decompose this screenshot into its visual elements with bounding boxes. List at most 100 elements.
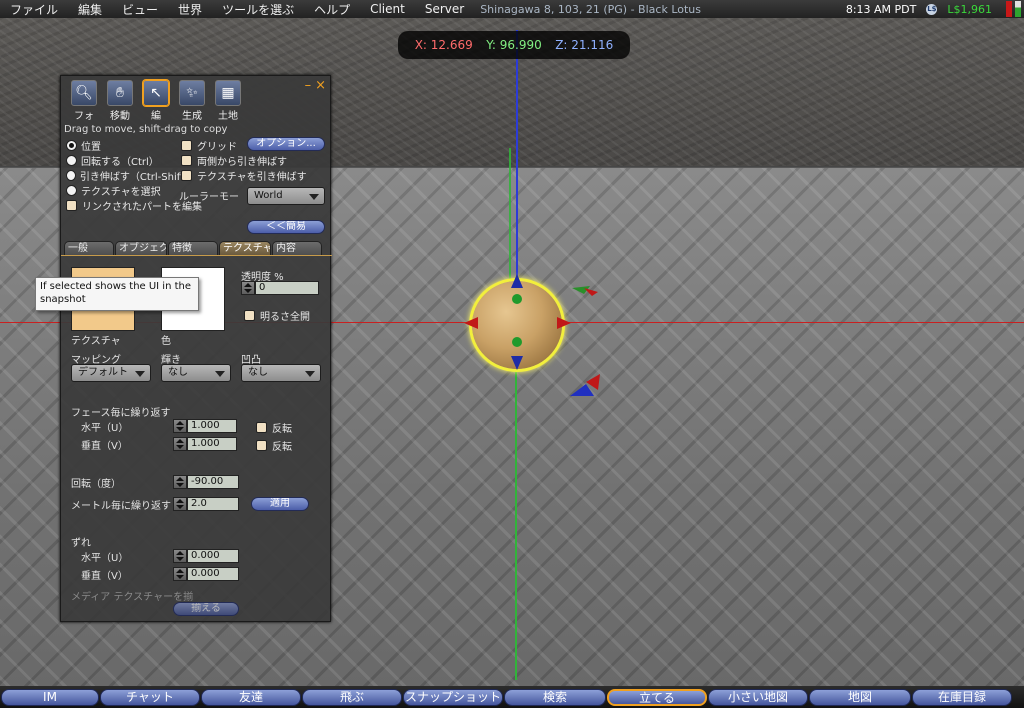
align-button[interactable]: 揃える bbox=[173, 602, 239, 616]
simple-mode-button[interactable]: ＜＜簡易 bbox=[247, 220, 325, 234]
check-flip-horizontal[interactable]: 反転 bbox=[256, 420, 292, 435]
ruler-mode-select[interactable]: World bbox=[247, 187, 325, 205]
check-grid[interactable]: グリッド bbox=[181, 138, 237, 153]
check-stretch-both[interactable]: 両側から引き伸ばす bbox=[181, 153, 287, 168]
ruler-mode-label: ルーラーモード bbox=[179, 192, 241, 203]
spinner-arrows-icon[interactable] bbox=[173, 437, 187, 451]
focus-tool[interactable]: 🔍︎ フォ bbox=[66, 80, 102, 122]
radio-select-texture[interactable]: テクスチャを選択 bbox=[66, 183, 161, 198]
magnify-icon: 🔍︎ bbox=[71, 80, 97, 106]
bandwidth-meter-icon[interactable] bbox=[1006, 1, 1012, 17]
edit-tool[interactable]: ↖ 編 bbox=[138, 80, 174, 122]
repeat-vertical-label: 垂直（V） bbox=[81, 441, 128, 452]
inventory-button[interactable]: 在庫目録 bbox=[912, 688, 1012, 706]
balance[interactable]: L$1,961 bbox=[947, 3, 992, 16]
radio-off-icon bbox=[66, 155, 77, 166]
spinner-arrows-icon[interactable] bbox=[173, 419, 187, 433]
checkbox-icon bbox=[181, 140, 192, 151]
move-tool[interactable]: ✋︎ 移動 bbox=[102, 80, 138, 122]
repeat-horizontal-field[interactable]: 1.000 bbox=[187, 419, 237, 433]
checkbox-icon bbox=[256, 422, 267, 433]
create-tool[interactable]: ✨︎ 生成 bbox=[174, 80, 210, 122]
menu-tools[interactable]: ツールを選ぶ bbox=[212, 1, 304, 18]
close-button[interactable]: × bbox=[315, 78, 326, 93]
menu-world[interactable]: 世界 bbox=[168, 1, 212, 18]
repeat-horizontal-spinner[interactable]: 1.000 bbox=[173, 419, 237, 433]
tab-general[interactable]: 一般 bbox=[64, 241, 114, 255]
x-move-handle-right[interactable] bbox=[557, 317, 571, 329]
transparency-field[interactable]: 0 bbox=[255, 281, 319, 295]
land-icon: ▦ bbox=[215, 80, 241, 106]
land-tool[interactable]: ▦ 土地 bbox=[210, 80, 246, 122]
options-button[interactable]: オプション... bbox=[247, 137, 325, 151]
x-move-handle-left[interactable] bbox=[464, 317, 478, 329]
mapping-select[interactable]: デフォルト bbox=[71, 364, 151, 382]
radio-stretch[interactable]: 引き伸ばす（Ctrl-Shift） bbox=[66, 168, 194, 183]
packet-loss-meter-icon[interactable] bbox=[1015, 1, 1021, 17]
menu-server[interactable]: Server bbox=[415, 2, 474, 16]
map-button[interactable]: 地図 bbox=[809, 688, 911, 706]
menu-edit[interactable]: 編集 bbox=[68, 1, 112, 18]
spinner-arrows-icon[interactable] bbox=[173, 475, 187, 489]
offset-vertical-spinner[interactable]: 0.000 bbox=[173, 567, 239, 581]
tab-features[interactable]: 特徴 bbox=[168, 241, 218, 255]
rotation-spinner[interactable]: -90.00 bbox=[173, 475, 239, 489]
chat-button[interactable]: チャット bbox=[100, 688, 200, 706]
spinner-arrows-icon[interactable] bbox=[173, 567, 187, 581]
snapshot-button[interactable]: スナップショット bbox=[403, 688, 503, 706]
apply-button[interactable]: 適用 bbox=[251, 497, 309, 511]
plane-move-gizmo-2[interactable] bbox=[568, 372, 604, 400]
currency-icon[interactable]: L$ bbox=[926, 3, 938, 15]
repeats-per-meter-field[interactable]: 2.0 bbox=[187, 497, 239, 511]
z-move-handle-up[interactable] bbox=[511, 274, 523, 288]
tab-content[interactable]: 内容 bbox=[272, 241, 322, 255]
offset-horizontal-spinner[interactable]: 0.000 bbox=[173, 549, 239, 563]
fly-button[interactable]: 飛ぶ bbox=[302, 688, 402, 706]
bumpiness-select[interactable]: なし bbox=[241, 364, 321, 382]
y-move-handle-top[interactable] bbox=[512, 294, 522, 304]
land-tool-label: 土地 bbox=[218, 111, 238, 122]
repeat-vertical-field[interactable]: 1.000 bbox=[187, 437, 237, 451]
rotation-field[interactable]: -90.00 bbox=[187, 475, 239, 489]
check-stretch-texture[interactable]: テクスチャを引き伸ばす bbox=[181, 168, 307, 183]
search-button[interactable]: 検索 bbox=[504, 688, 606, 706]
spinner-arrows-icon[interactable] bbox=[241, 281, 255, 295]
menu-client[interactable]: Client bbox=[360, 2, 415, 16]
shininess-select[interactable]: なし bbox=[161, 364, 231, 382]
menu-view[interactable]: ビュー bbox=[112, 1, 168, 18]
move-tool-label: 移動 bbox=[110, 111, 130, 122]
im-button[interactable]: IM bbox=[1, 688, 99, 706]
tab-texture[interactable]: テクスチャ bbox=[219, 241, 271, 255]
spinner-arrows-icon[interactable] bbox=[173, 549, 187, 563]
friends-button[interactable]: 友達 bbox=[201, 688, 301, 706]
tab-object[interactable]: オブジェクト bbox=[115, 241, 167, 255]
radio-rotate[interactable]: 回転する（Ctrl） bbox=[66, 153, 159, 168]
radio-off-icon bbox=[66, 170, 76, 181]
menu-help[interactable]: ヘルプ bbox=[304, 1, 360, 18]
menu-file[interactable]: ファイル bbox=[0, 1, 68, 18]
minimize-button[interactable]: – bbox=[305, 78, 312, 93]
z-move-handle-down[interactable] bbox=[511, 356, 523, 370]
minimap-button[interactable]: 小さい地図 bbox=[708, 688, 808, 706]
check-flip-vertical[interactable]: 反転 bbox=[256, 438, 292, 453]
coord-y: Y: 96.990 bbox=[486, 38, 542, 52]
radio-position[interactable]: 位置 bbox=[66, 138, 101, 153]
offset-horizontal-field[interactable]: 0.000 bbox=[187, 549, 239, 563]
tab-strip: 一般 オブジェクト 特徴 テクスチャ 内容 bbox=[64, 241, 323, 255]
check-full-bright[interactable]: 明るさ全開 bbox=[244, 308, 310, 323]
check-label: 反転 bbox=[272, 442, 292, 453]
check-label: 両側から引き伸ばす bbox=[197, 157, 287, 168]
build-button[interactable]: 立てる bbox=[607, 688, 707, 706]
region-name[interactable]: Shinagawa 8, 103, 21 (PG) - Black Lotus bbox=[480, 3, 701, 16]
checkbox-icon bbox=[244, 310, 255, 321]
plane-move-gizmo[interactable] bbox=[570, 280, 600, 300]
transparency-spinner[interactable]: 0 bbox=[241, 281, 319, 295]
offset-vertical-field[interactable]: 0.000 bbox=[187, 567, 239, 581]
build-tools-floater[interactable]: – × 🔍︎ フォ ✋︎ 移動 ↖ 編 ✨︎ 生成 ▦ 土地 Drag to m… bbox=[60, 75, 332, 622]
offset-vertical-label: 垂直（V） bbox=[81, 571, 128, 582]
repeat-vertical-spinner[interactable]: 1.000 bbox=[173, 437, 237, 451]
radio-on-icon bbox=[66, 140, 77, 151]
repeats-per-meter-spinner[interactable]: 2.0 bbox=[173, 497, 239, 511]
spinner-arrows-icon[interactable] bbox=[173, 497, 187, 511]
y-move-handle-bottom[interactable] bbox=[512, 337, 522, 347]
